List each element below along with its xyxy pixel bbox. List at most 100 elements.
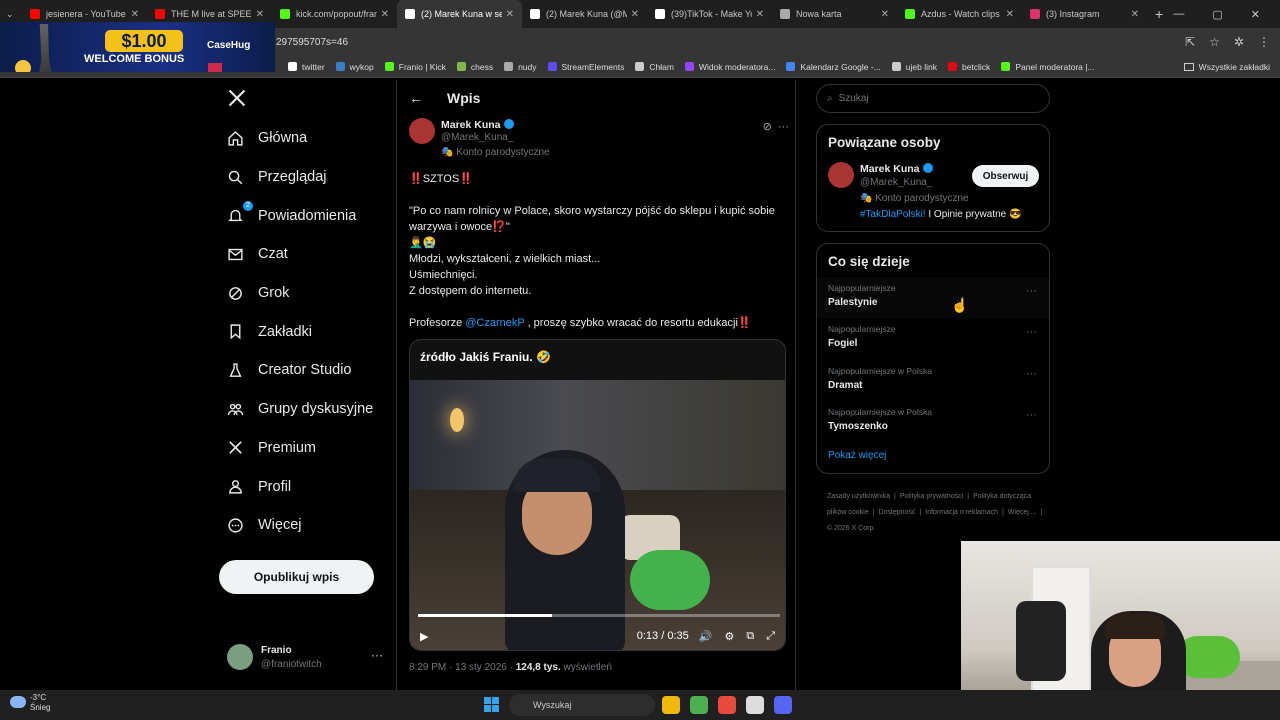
author-name-row[interactable]: Marek Kuna — [441, 119, 514, 131]
new-tab-button[interactable]: + — [1155, 6, 1163, 22]
bookmark-item[interactable]: nudy — [504, 62, 537, 72]
close-tab-icon[interactable]: ✕ — [506, 9, 514, 20]
trend-item[interactable]: Najpopularniejsze w Polska Tymoszenko ··· — [817, 401, 1049, 442]
bookmark-item[interactable]: betclick — [947, 62, 990, 72]
post-meta: 8:29 PM · 13 sty 2026 · 124,8 tys. wyświ… — [409, 662, 612, 673]
more-icon[interactable]: ··· — [1026, 368, 1037, 380]
nav-item-1[interactable]: Główna — [219, 119, 389, 158]
post-time[interactable]: 8:29 PM · 13 sty 2026 · — [409, 662, 516, 673]
casino-ad-overlay[interactable]: $1.00 WELCOME BONUS CaseHug — [0, 22, 275, 72]
nav-item-8[interactable]: Grupy dyskusyjne — [219, 390, 389, 429]
bookmark-item[interactable]: wykop — [335, 62, 374, 72]
fullscreen-icon[interactable]: ⤢ — [766, 630, 775, 643]
nav-item-7[interactable]: Creator Studio — [219, 351, 389, 390]
close-tab-icon[interactable]: ✕ — [756, 9, 764, 20]
browser-tab[interactable]: Azdus - Watch clips ✕ — [897, 0, 1022, 28]
back-arrow-icon[interactable]: ← — [409, 90, 423, 106]
all-bookmarks[interactable]: Wszystkie zakładki — [1183, 62, 1270, 72]
bookmark-item[interactable]: Widok moderatora... — [684, 62, 775, 72]
more-icon[interactable]: ··· — [1026, 285, 1037, 297]
bookmark-item[interactable]: Franio | Kick — [384, 62, 446, 72]
bookmark-item[interactable]: Kalendarz Google -... — [786, 62, 881, 72]
file-explorer-icon[interactable] — [662, 696, 680, 714]
bookmark-item[interactable]: twitter — [288, 62, 325, 72]
nav-item-9[interactable]: Premium — [219, 429, 389, 468]
bookmark-item[interactable]: chess — [456, 62, 493, 72]
bookmark-item[interactable]: Chłam — [635, 62, 674, 72]
footer-link[interactable]: Dostępność — [878, 509, 915, 516]
close-tab-icon[interactable]: ✕ — [381, 9, 389, 20]
nav-item-2[interactable]: Przeglądaj — [219, 158, 389, 197]
close-tab-icon[interactable]: ✕ — [256, 9, 264, 20]
close-tab-icon[interactable]: ✕ — [1131, 9, 1139, 20]
account-switcher[interactable]: Franio @franiotwitch ··· — [227, 643, 387, 673]
footer-link[interactable]: Polityka prywatności — [900, 493, 963, 500]
more-icon[interactable]: ··· — [1026, 409, 1037, 421]
nav-item-6[interactable]: Zakładki — [219, 312, 389, 351]
grok-icon[interactable]: ⊘ — [763, 121, 772, 133]
close-window-icon[interactable]: ✕ — [1251, 8, 1260, 21]
close-tab-icon[interactable]: ✕ — [131, 9, 139, 20]
browser-tab[interactable]: (2) Marek Kuna w ser ✕ — [397, 0, 522, 28]
related-person[interactable]: Marek Kuna @Marek_Kuna_ 🎭 Konto parodyst… — [817, 158, 1049, 236]
hashtag-link[interactable]: #TakDlaPolski! — [860, 209, 926, 220]
author-handle[interactable]: @Marek_Kuna_ — [441, 132, 513, 143]
bookmark-item[interactable]: StreamElements — [547, 62, 624, 72]
windows-start-icon[interactable] — [484, 697, 499, 712]
star-icon[interactable]: ☆ — [1209, 35, 1220, 49]
trend-item[interactable]: Najpopularniejsze w Polska Dramat ··· — [817, 360, 1049, 401]
install-icon[interactable]: ⇱ — [1185, 35, 1195, 49]
nav-item-4[interactable]: Czat — [219, 235, 389, 274]
app-icon[interactable] — [746, 696, 764, 714]
browser-tab[interactable]: (2) Marek Kuna (@M ✕ — [522, 0, 647, 28]
discord-icon[interactable] — [774, 696, 792, 714]
x-logo-icon[interactable] — [227, 88, 247, 108]
close-tab-icon[interactable]: ✕ — [1006, 9, 1014, 20]
video-player[interactable]: źródło Jakiś Franiu. 🤣 ▶ 0:13 / 0:35 🔊 ⚙… — [409, 339, 786, 651]
footer-link[interactable]: Więcej ... — [1008, 509, 1037, 516]
more-icon[interactable]: ··· — [371, 648, 383, 662]
weather-widget[interactable]: -3°C Śnieg — [10, 693, 50, 713]
more-icon[interactable]: ··· — [778, 121, 789, 133]
search-input[interactable]: ⌕ Szukaj — [816, 84, 1050, 113]
play-icon[interactable]: ▶ — [420, 630, 428, 643]
nav-item-11[interactable]: Więcej — [219, 506, 389, 545]
follow-button[interactable]: Obserwuj — [972, 165, 1039, 187]
bookmark-item[interactable]: ujeb link — [891, 61, 937, 72]
more-icon[interactable]: ··· — [1026, 326, 1037, 338]
maximize-icon[interactable]: ▢ — [1212, 8, 1222, 21]
trend-item[interactable]: Najpopularniejsze Fogiel ··· — [817, 318, 1049, 359]
browser-tab[interactable]: (39)TikTok - Make Yo ✕ — [647, 0, 772, 28]
footer-link[interactable]: Zasady użytkownika — [827, 493, 890, 500]
bookmark-label: ujeb link — [905, 61, 937, 72]
taskbar-search[interactable]: Wyszukaj — [509, 694, 655, 716]
nav-item-3[interactable]: 2 Powiadomienia — [219, 196, 389, 235]
browser-tab[interactable]: (3) Instagram ✕ — [1022, 0, 1147, 28]
chrome-icon[interactable] — [690, 696, 708, 714]
video-progress[interactable] — [418, 614, 780, 617]
show-more-link[interactable]: Pokaż więcej — [817, 442, 1049, 473]
close-tab-icon[interactable]: ✕ — [631, 9, 639, 20]
app-icon[interactable] — [718, 696, 736, 714]
volume-icon[interactable]: 🔊 — [699, 630, 713, 643]
url-input[interactable]: 297595707s=46 — [276, 37, 348, 48]
trend-item[interactable]: Najpopularniejsze Palestynie ··· — [817, 277, 1049, 319]
close-tab-icon[interactable]: ✕ — [881, 9, 889, 20]
pip-icon[interactable]: ⧉ — [746, 630, 754, 643]
browser-tab[interactable]: kick.com/popout/fran ✕ — [272, 0, 397, 28]
footer-link[interactable]: © 2026 X Corp. — [827, 525, 875, 532]
author-avatar[interactable] — [409, 118, 435, 144]
browser-tab[interactable]: Nowa karta ✕ — [772, 0, 897, 28]
menu-icon[interactable]: ⋮ — [1258, 35, 1270, 49]
bookmark-item[interactable]: Panel moderatora |... — [1001, 62, 1095, 72]
minimize-icon[interactable]: — — [1173, 8, 1184, 20]
related-avatar[interactable] — [828, 162, 854, 188]
mention-link[interactable]: @CzarnekP — [465, 317, 524, 329]
settings-icon[interactable]: ⚙ — [724, 630, 734, 643]
nav-item-5[interactable]: Grok — [219, 274, 389, 313]
publish-post-button[interactable]: Opublikuj wpis — [219, 560, 374, 594]
nav-item-10[interactable]: Profil — [219, 467, 389, 506]
related-name-row[interactable]: Marek Kuna — [860, 163, 933, 175]
footer-link[interactable]: Informacja o reklamach — [925, 509, 998, 516]
extension-icon[interactable]: ✲ — [1234, 35, 1244, 49]
